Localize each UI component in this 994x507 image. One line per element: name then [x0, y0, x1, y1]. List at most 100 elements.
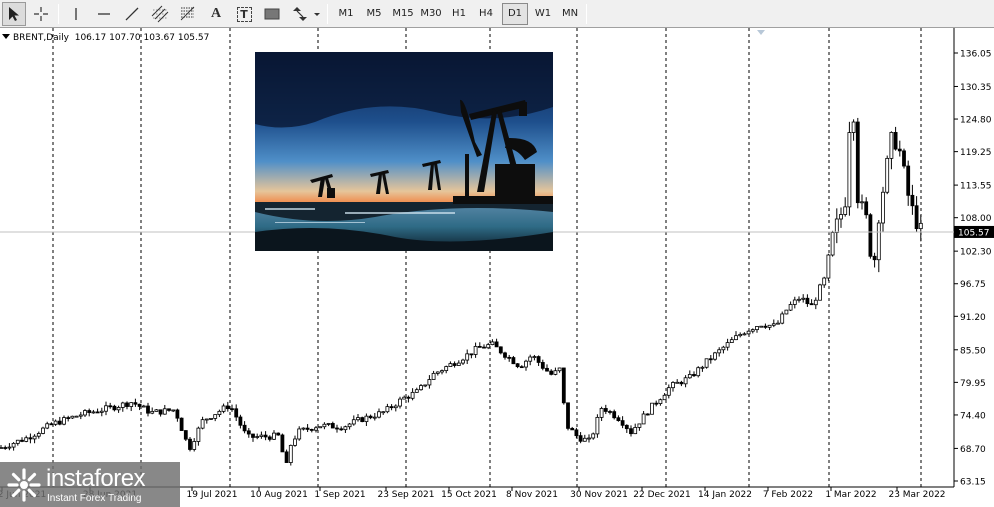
arrows-tool-dropdown[interactable]	[289, 2, 323, 26]
price-tick-label: 68.70	[960, 445, 986, 455]
timeframe-mn[interactable]: MN	[557, 3, 583, 25]
bull-candle-body	[213, 414, 218, 419]
candle	[503, 351, 507, 360]
candle	[637, 423, 642, 431]
candle	[104, 401, 108, 416]
price-scale[interactable]: 136.05 130.35 124.80 119.25 113.55 108.00 102.…	[954, 50, 994, 488]
price-tick-label: 130.35	[960, 83, 992, 93]
candle	[612, 409, 617, 420]
text-tool-button[interactable]: A	[204, 2, 228, 26]
candle	[99, 407, 104, 417]
bull-candle-body	[318, 426, 323, 429]
candle	[750, 328, 755, 334]
bull-candle-body	[393, 405, 398, 409]
bull-candle-body	[830, 232, 835, 256]
candle	[700, 365, 705, 372]
candle	[183, 430, 188, 442]
timeframe-h1[interactable]: H1	[446, 3, 472, 25]
timeframe-m1[interactable]: M1	[333, 3, 359, 25]
candle	[385, 403, 390, 414]
oil-pumpjack-photo	[255, 52, 553, 251]
candle	[452, 361, 457, 368]
bull-candle-body	[217, 410, 222, 416]
bear-candle-body	[167, 408, 171, 411]
candle	[351, 415, 356, 426]
candle	[343, 425, 348, 433]
bull-candle-body	[860, 201, 864, 204]
chart-shift-marker[interactable]	[757, 30, 765, 35]
bear-candle-body	[246, 430, 251, 435]
candle	[272, 430, 276, 441]
candle	[255, 433, 260, 440]
candle	[763, 323, 768, 329]
candle	[49, 422, 54, 426]
symbol-info: BRENT,Daily 106.17 107.70 103.67 105.57	[2, 33, 209, 43]
vertical-line-tool-button[interactable]	[64, 2, 88, 26]
candle	[620, 416, 625, 429]
bull-candle-body	[742, 333, 747, 336]
candle	[826, 253, 831, 281]
candle	[242, 421, 247, 434]
bull-candle-body	[759, 325, 764, 328]
bull-candle-body	[784, 309, 789, 315]
candle	[53, 419, 58, 426]
rectangle-tool-button[interactable]	[260, 2, 284, 26]
cursor-tool-button[interactable]	[2, 2, 26, 26]
price-tick-label: 74.40	[960, 411, 986, 421]
candle	[360, 416, 365, 423]
toolbar-separator	[327, 4, 328, 24]
equidistant-channel-tool-button[interactable]	[148, 2, 172, 26]
trendline-icon	[125, 7, 139, 21]
candle	[326, 422, 331, 427]
candle	[301, 427, 306, 431]
candle	[658, 398, 663, 406]
bull-candle-body	[322, 423, 327, 428]
candle	[515, 363, 520, 369]
candle	[209, 418, 213, 420]
candle	[57, 416, 62, 426]
bull-candle-body	[32, 435, 37, 440]
bear-candle-body	[482, 346, 486, 349]
bear-candle-body	[263, 434, 268, 438]
bear-candle-body	[452, 363, 457, 366]
candle	[494, 338, 499, 348]
bull-candle-body	[456, 362, 461, 366]
text-icon: A	[210, 6, 222, 21]
candle	[32, 434, 37, 444]
crosshair-tool-button[interactable]	[29, 2, 53, 26]
bull-candle-body	[797, 298, 801, 301]
candle	[259, 431, 264, 439]
candle	[78, 411, 83, 420]
candle	[288, 444, 293, 466]
horizontal-line-tool-button[interactable]	[92, 2, 116, 26]
text-label-tool-button[interactable]: T	[232, 2, 256, 26]
timeframe-m15[interactable]: M15	[389, 3, 417, 25]
candle	[389, 404, 394, 411]
bear-candle-body	[267, 436, 272, 440]
fibonacci-tool-button[interactable]	[176, 2, 200, 26]
timeframe-m30[interactable]: M30	[417, 3, 445, 25]
bear-candle-body	[276, 432, 281, 436]
bear-candle-body	[234, 408, 239, 418]
bear-candle-body	[305, 427, 310, 430]
candle	[902, 148, 906, 169]
timeframe-m5[interactable]: M5	[361, 3, 387, 25]
toolbar-separator	[58, 4, 59, 24]
trendline-tool-button[interactable]	[120, 2, 144, 26]
timeframe-d1[interactable]: D1	[502, 3, 528, 25]
candle	[179, 417, 184, 431]
candle	[645, 413, 650, 416]
bear-candle-body	[179, 417, 184, 431]
bear-candle-body	[368, 415, 373, 419]
candle	[851, 119, 856, 141]
bear-candle-body	[406, 396, 411, 399]
candle	[335, 424, 339, 433]
time-tick-label: 8 Nov 2021	[506, 490, 558, 500]
bear-candle-body	[112, 405, 117, 411]
timeframe-w1[interactable]: W1	[530, 3, 556, 25]
bull-candle-body	[633, 427, 638, 435]
chart-toolbar: A T M1 M5 M15 M30 H1 H4 D1 W1 MN	[0, 0, 994, 28]
timeframe-h4[interactable]: H4	[473, 3, 499, 25]
bear-candle-body	[515, 363, 520, 368]
candle	[66, 415, 71, 422]
